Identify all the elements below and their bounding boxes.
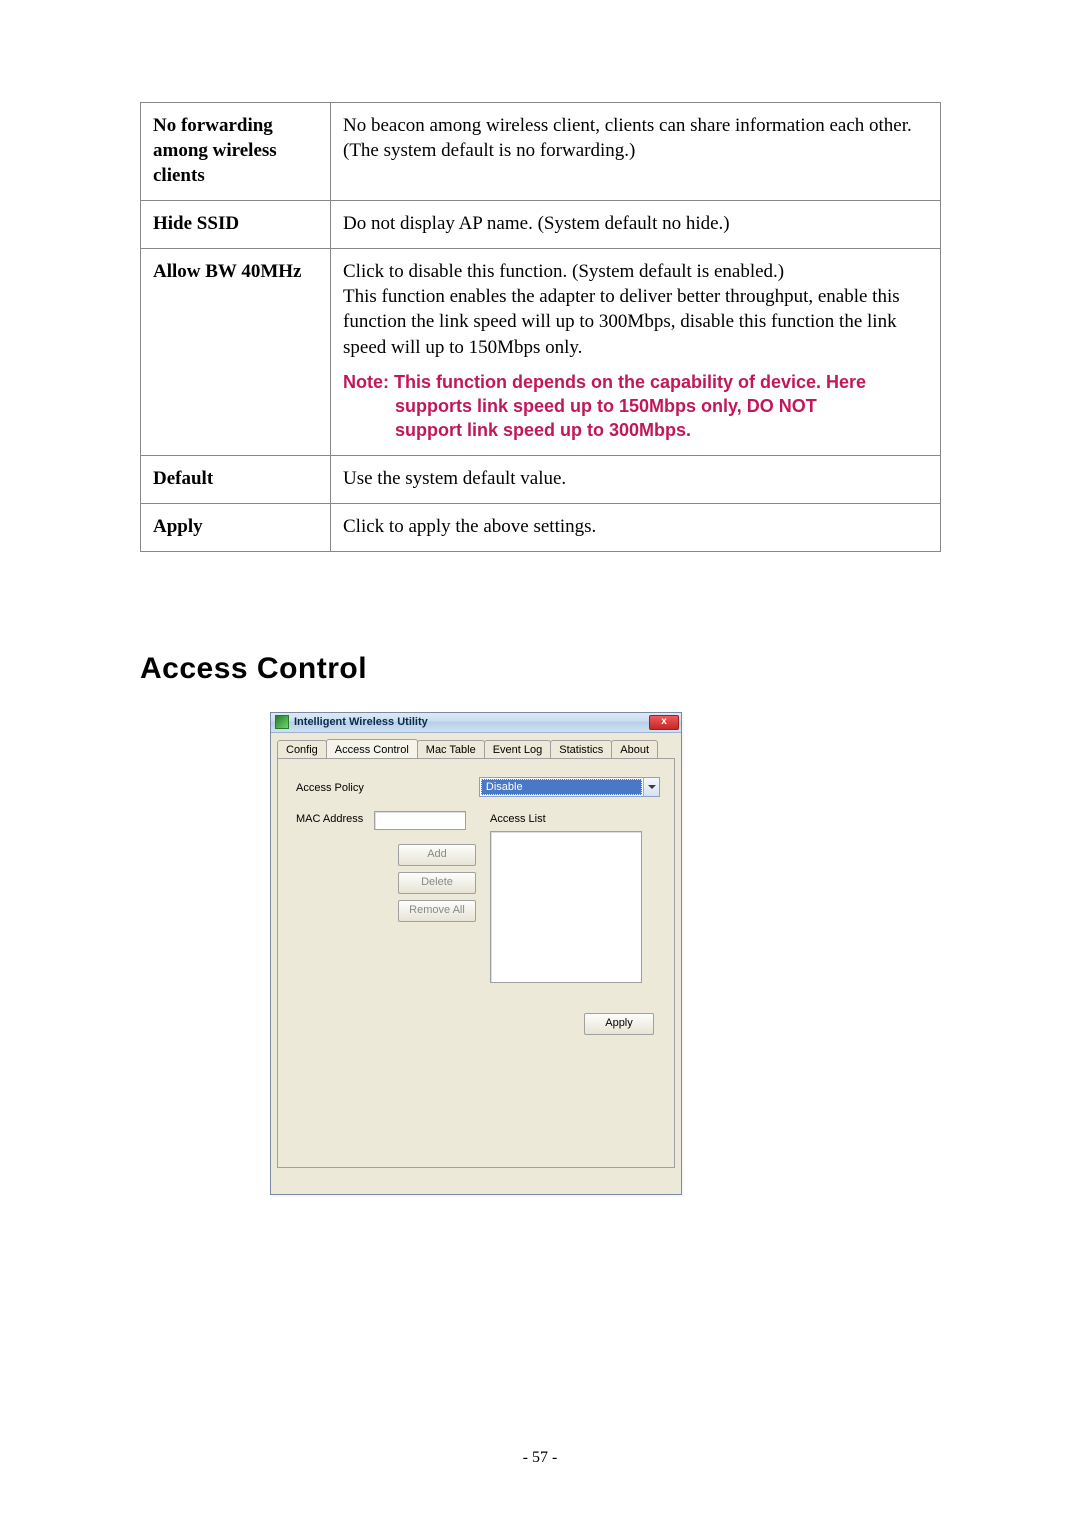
table-row: Default Use the system default value. [141,455,941,503]
cell-label: Allow BW 40MHz [141,249,331,455]
cell-label: Apply [141,503,331,551]
note-line1: Note: This function depends on the capab… [343,372,866,392]
cell-label: Default [141,455,331,503]
add-button[interactable]: Add [398,844,476,866]
tab-config[interactable]: Config [277,740,327,759]
cell-desc: Click to disable this function. (System … [331,249,941,455]
access-list-group: Access List [490,813,642,983]
tab-strip: Config Access Control Mac Table Event Lo… [271,733,681,758]
cell-desc: Use the system default value. [331,455,941,503]
note-text: Note: This function depends on the capab… [343,370,928,443]
cell-desc: Click to apply the above settings. [331,503,941,551]
tab-statistics[interactable]: Statistics [550,740,612,759]
note-line2: supports link speed up to 150Mbps only, … [343,394,928,418]
row-access-policy: Access Policy Disable [296,777,660,797]
chevron-down-icon[interactable] [643,778,659,796]
feature-table: No forwarding among wireless clients No … [140,102,941,552]
apply-button[interactable]: Apply [584,1013,654,1035]
cell-label: Hide SSID [141,201,331,249]
app-icon [275,715,289,729]
access-list-listbox[interactable] [490,831,642,983]
table-row: Apply Click to apply the above settings. [141,503,941,551]
window-title: Intelligent Wireless Utility [294,716,649,728]
label-access-list: Access List [490,813,642,825]
utility-window: Intelligent Wireless Utility x Config Ac… [270,712,682,1195]
access-policy-select[interactable]: Disable [479,777,660,797]
access-policy-value: Disable [481,779,642,795]
close-icon[interactable]: x [649,715,679,730]
delete-button[interactable]: Delete [398,872,476,894]
cell-desc: Do not display AP name. (System default … [331,201,941,249]
cell-label: No forwarding among wireless clients [141,103,331,201]
table-row: No forwarding among wireless clients No … [141,103,941,201]
mac-address-input[interactable] [374,811,466,830]
button-column: Add Delete Remove All [398,844,476,922]
section-heading: Access Control [140,652,945,686]
remove-all-button[interactable]: Remove All [398,900,476,922]
desc-text: Click to disable this function. (System … [343,261,900,357]
table-row: Allow BW 40MHz Click to disable this fun… [141,249,941,455]
label-access-policy: Access Policy [296,780,479,794]
table-row: Hide SSID Do not display AP name. (Syste… [141,201,941,249]
tab-panel: Access Policy Disable MAC Address Add De… [277,758,675,1168]
titlebar[interactable]: Intelligent Wireless Utility x [271,713,681,733]
tab-mac-table[interactable]: Mac Table [417,740,485,759]
tab-about[interactable]: About [611,740,658,759]
label-mac-address: MAC Address [296,811,374,825]
tab-access-control[interactable]: Access Control [326,739,418,758]
page-number: - 57 - [0,1449,1080,1467]
dialog-footer [271,1174,681,1194]
cell-desc: No beacon among wireless client, clients… [331,103,941,201]
tab-event-log[interactable]: Event Log [484,740,552,759]
note-line3: support link speed up to 300Mbps. [343,418,928,442]
